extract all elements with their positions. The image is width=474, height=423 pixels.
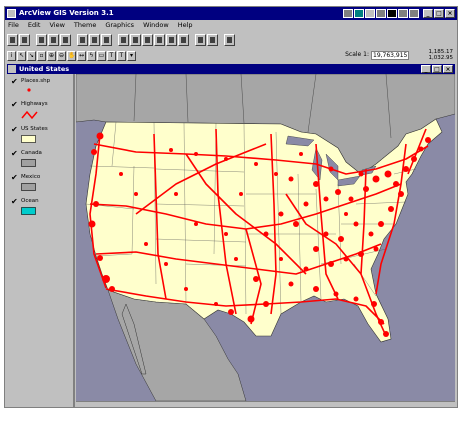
zoom-selected-button[interactable] xyxy=(142,34,153,46)
close-button[interactable]: × xyxy=(445,9,455,18)
horizontal-scrollbar[interactable] xyxy=(76,401,455,407)
button-bar xyxy=(7,32,455,48)
menu-file[interactable]: File xyxy=(8,20,19,31)
layer-name: Highways xyxy=(21,101,48,107)
table-of-contents: ✔ Places.shp ✔ Highways ✔ US States ✔ Ca… xyxy=(7,74,75,407)
tray-icon[interactable] xyxy=(409,9,419,18)
area-of-interest-tool[interactable]: ▭ xyxy=(97,50,106,61)
coordinate-readout: 1,185.17 1,032.95 xyxy=(429,49,454,61)
pointer-tool[interactable]: ↖ xyxy=(17,50,26,61)
layer-name: Mexico xyxy=(21,174,41,180)
view-icon[interactable] xyxy=(8,65,16,73)
view-title: United States xyxy=(19,65,70,73)
vertical-scrollbar[interactable] xyxy=(455,74,457,407)
tray-icon[interactable] xyxy=(387,9,397,18)
zoom-previous-button[interactable] xyxy=(178,34,189,46)
tray-icon[interactable] xyxy=(354,9,364,18)
layer-name: US States xyxy=(21,126,48,132)
save-button[interactable] xyxy=(7,34,18,46)
app-icon[interactable] xyxy=(7,9,16,18)
fill-symbol-icon xyxy=(21,183,36,191)
point-symbol-icon xyxy=(27,88,31,92)
scale-label: Scale 1: xyxy=(345,51,369,58)
view-maximize-button[interactable]: □ xyxy=(432,65,442,73)
open-table-button[interactable] xyxy=(60,34,71,46)
coord-y: 1,032.95 xyxy=(428,55,454,61)
arcview-window: ArcView GIS Version 3.1 _ □ × File Edit … xyxy=(4,6,458,408)
menu-view[interactable]: View xyxy=(49,20,64,31)
tray-icon[interactable] xyxy=(343,9,353,18)
label-tool[interactable]: T xyxy=(107,50,116,61)
tray-icon[interactable] xyxy=(376,9,386,18)
pan-tool[interactable]: ✋ xyxy=(67,50,76,61)
measure-tool[interactable]: ↔ xyxy=(77,50,86,61)
help-button[interactable] xyxy=(224,34,235,46)
visibility-checkbox[interactable]: ✔ xyxy=(11,150,18,158)
menu-bar: File Edit View Theme Graphics Window Hel… xyxy=(5,20,457,31)
identify-tool[interactable]: i xyxy=(7,50,16,61)
line-symbol-icon xyxy=(21,110,38,120)
query-builder-button[interactable] xyxy=(101,34,112,46)
window-controls: _ □ × xyxy=(423,9,455,18)
vertex-edit-tool[interactable]: ↘ xyxy=(27,50,36,61)
menu-graphics[interactable]: Graphics xyxy=(105,20,134,31)
select-feature-tool[interactable]: ▫ xyxy=(37,50,46,61)
add-theme-button[interactable] xyxy=(19,34,30,46)
fill-symbol-icon xyxy=(21,207,36,215)
menu-help[interactable]: Help xyxy=(178,20,193,31)
find-button[interactable] xyxy=(77,34,88,46)
view-window-controls: _ □ × xyxy=(421,65,453,73)
layer-name: Places.shp xyxy=(21,78,51,84)
app-title-bar: ArcView GIS Version 3.1 _ □ × xyxy=(5,7,457,20)
map-canvas[interactable] xyxy=(76,74,455,401)
layer-name: Ocean xyxy=(21,198,39,204)
fill-symbol-icon xyxy=(21,159,36,167)
zoom-full-button[interactable] xyxy=(118,34,129,46)
layer-name: Canada xyxy=(21,150,42,156)
map-display[interactable] xyxy=(76,74,455,401)
view-minimize-button[interactable]: _ xyxy=(421,65,431,73)
menu-window[interactable]: Window xyxy=(143,20,169,31)
visibility-checkbox[interactable]: ✔ xyxy=(11,101,18,109)
scale-control: Scale 1: 19,763,915 xyxy=(345,50,409,60)
scale-input[interactable]: 19,763,915 xyxy=(371,50,409,60)
hotlink-tool[interactable]: ϟ xyxy=(87,50,96,61)
taskbar-tray xyxy=(343,9,419,18)
fill-symbol-icon xyxy=(21,135,36,143)
clear-selection-button[interactable] xyxy=(207,34,218,46)
locate-button[interactable] xyxy=(89,34,100,46)
draw-tool[interactable]: ▾ xyxy=(127,50,136,61)
view-close-button[interactable]: × xyxy=(443,65,453,73)
minimize-button[interactable]: _ xyxy=(423,9,433,18)
visibility-checkbox[interactable]: ✔ xyxy=(11,174,18,182)
zoom-active-button[interactable] xyxy=(130,34,141,46)
maximize-button[interactable]: □ xyxy=(434,9,444,18)
tray-icon[interactable] xyxy=(365,9,375,18)
view-title-bar: United States _ □ × xyxy=(7,64,455,74)
edit-legend-button[interactable] xyxy=(48,34,59,46)
text-tool[interactable]: T xyxy=(117,50,126,61)
zoom-out-button[interactable] xyxy=(166,34,177,46)
visibility-checkbox[interactable]: ✔ xyxy=(11,78,18,86)
menu-edit[interactable]: Edit xyxy=(28,20,41,31)
visibility-checkbox[interactable]: ✔ xyxy=(11,198,18,206)
zoom-out-tool[interactable]: ⊖ xyxy=(57,50,66,61)
select-features-button[interactable] xyxy=(195,34,206,46)
menu-theme[interactable]: Theme xyxy=(74,20,96,31)
theme-properties-button[interactable] xyxy=(36,34,47,46)
zoom-in-tool[interactable]: ⊕ xyxy=(47,50,56,61)
zoom-in-button[interactable] xyxy=(154,34,165,46)
tray-icon[interactable] xyxy=(398,9,408,18)
visibility-checkbox[interactable]: ✔ xyxy=(11,126,18,134)
app-title: ArcView GIS Version 3.1 xyxy=(19,9,114,17)
